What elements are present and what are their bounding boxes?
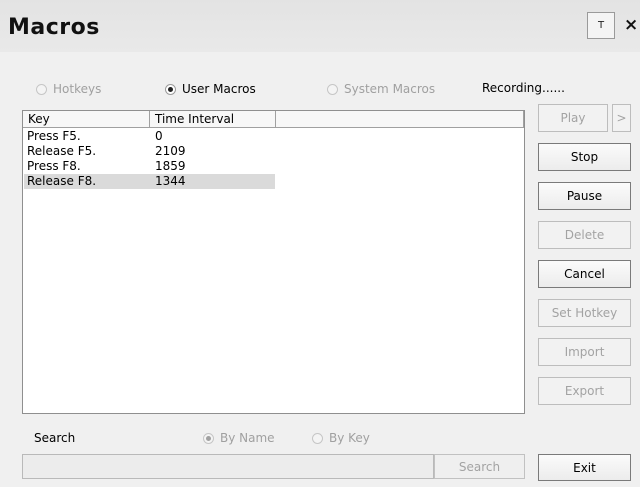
radio-system-macros-label: System Macros <box>344 82 436 96</box>
radio-hotkeys-label: Hotkeys <box>53 82 102 96</box>
table-row-selected[interactable]: Release F8. 1344 <box>24 174 275 189</box>
radio-user-macros[interactable]: User Macros <box>165 82 256 96</box>
pause-button[interactable]: Pause <box>538 182 631 210</box>
title-bar: Macros T × <box>0 0 640 52</box>
table-row[interactable]: Press F8. 1859 <box>24 159 275 174</box>
search-input[interactable] <box>22 454 434 479</box>
macro-list[interactable]: Key Time Interval Press F5. 0 Release F5… <box>22 110 525 414</box>
cell-interval: 0 <box>155 129 163 143</box>
radio-by-name[interactable]: By Name <box>203 431 275 445</box>
window-title: Macros <box>8 15 100 40</box>
column-header-empty[interactable] <box>276 111 524 128</box>
radio-by-key[interactable]: By Key <box>312 431 370 445</box>
cancel-button[interactable]: Cancel <box>538 260 631 288</box>
radio-circle-icon <box>165 83 176 95</box>
close-icon[interactable]: × <box>624 14 640 36</box>
radio-by-name-label: By Name <box>220 431 275 445</box>
play-button[interactable]: Play <box>538 104 608 132</box>
radio-system-macros[interactable]: System Macros <box>327 82 435 96</box>
radio-circle-icon <box>312 432 323 444</box>
list-header: Key Time Interval <box>23 111 524 128</box>
radio-user-macros-label: User Macros <box>182 82 256 96</box>
radio-circle-icon <box>327 83 338 95</box>
cell-key: Release F8. <box>27 174 97 188</box>
column-header-time-interval[interactable]: Time Interval <box>150 111 276 128</box>
column-header-key[interactable]: Key <box>23 111 150 128</box>
radio-by-key-label: By Key <box>329 431 370 445</box>
exit-button[interactable]: Exit <box>538 454 631 481</box>
set-hotkey-button[interactable]: Set Hotkey <box>538 299 631 327</box>
table-row[interactable]: Release F5. 2109 <box>24 144 275 159</box>
recording-status: Recording...... <box>482 81 565 95</box>
radio-circle-icon <box>203 432 214 444</box>
import-button[interactable]: Import <box>538 338 631 366</box>
radio-hotkeys[interactable]: Hotkeys <box>36 82 101 96</box>
search-label: Search <box>34 431 76 445</box>
table-row[interactable]: Press F5. 0 <box>24 129 275 144</box>
delete-button[interactable]: Delete <box>538 221 631 249</box>
cell-key: Press F8. <box>27 159 81 173</box>
radio-circle-icon <box>36 83 47 95</box>
stop-button[interactable]: Stop <box>538 143 631 171</box>
cell-key: Release F5. <box>27 144 97 158</box>
export-button[interactable]: Export <box>538 377 631 405</box>
cell-interval: 1344 <box>155 174 186 188</box>
pin-button[interactable]: T <box>587 12 615 39</box>
search-button[interactable]: Search <box>434 454 525 479</box>
play-options-button[interactable]: > <box>612 104 631 132</box>
cell-key: Press F5. <box>27 129 81 143</box>
cell-interval: 1859 <box>155 159 186 173</box>
cell-interval: 2109 <box>155 144 186 158</box>
